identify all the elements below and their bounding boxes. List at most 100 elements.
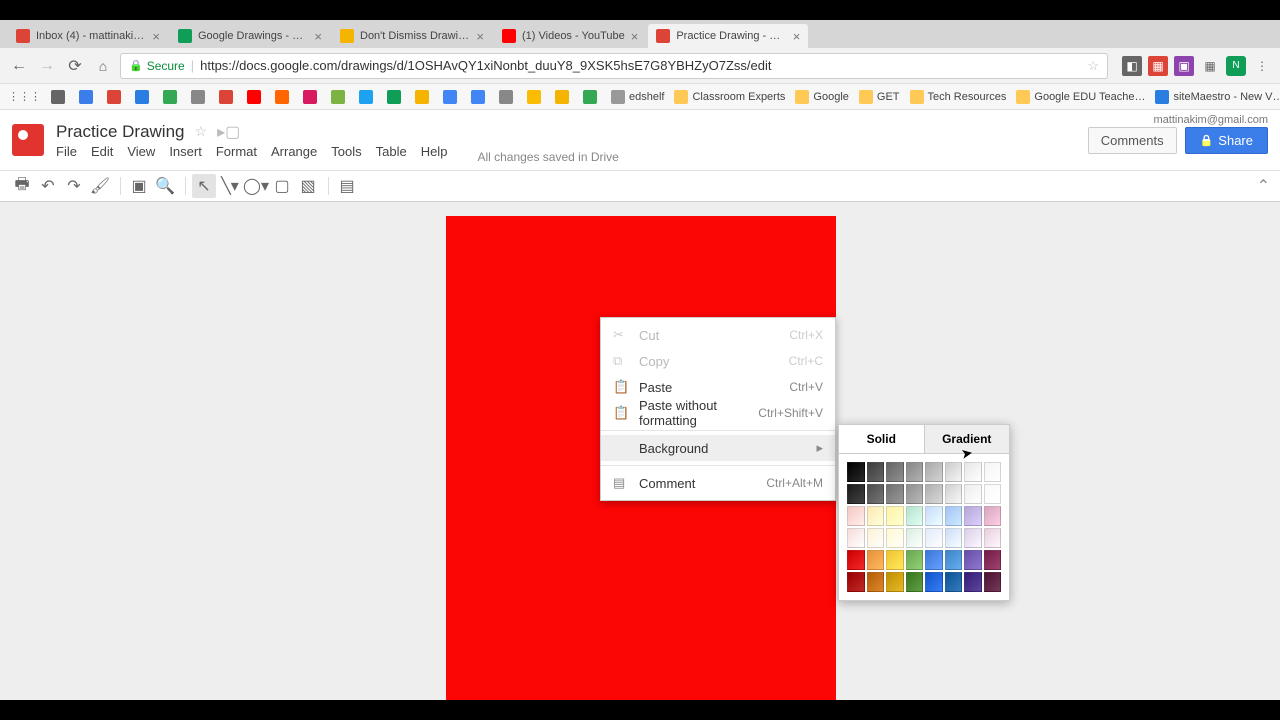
color-swatch[interactable] — [925, 572, 943, 592]
undo-icon[interactable]: ↶ — [36, 174, 60, 198]
color-swatch[interactable] — [886, 484, 904, 504]
menu-edit[interactable]: Edit — [91, 144, 113, 159]
color-swatch[interactable] — [945, 506, 963, 526]
fit-icon[interactable]: ▣ — [127, 174, 151, 198]
menu-insert[interactable]: Insert — [169, 144, 202, 159]
browser-tab[interactable]: Don't Dismiss Drawings…× — [332, 24, 492, 48]
browser-tab[interactable]: Google Drawings - Goog…× — [170, 24, 330, 48]
color-swatch[interactable] — [984, 506, 1002, 526]
collapse-icon[interactable]: ⌃ — [1257, 176, 1270, 196]
color-swatch[interactable] — [867, 506, 885, 526]
browser-tab[interactable]: (1) Videos - YouTube× — [494, 24, 646, 48]
reload-button[interactable]: ⟳ — [64, 55, 86, 77]
color-swatch[interactable] — [906, 462, 924, 482]
color-swatch[interactable] — [847, 528, 865, 548]
color-swatch[interactable] — [847, 506, 865, 526]
ext-icon[interactable]: ▦ — [1148, 56, 1168, 76]
bookmark-item[interactable] — [163, 90, 181, 104]
color-swatch[interactable] — [886, 506, 904, 526]
bookmark-item[interactable] — [51, 90, 69, 104]
comments-button[interactable]: Comments — [1088, 127, 1177, 154]
menu-arrange[interactable]: Arrange — [271, 144, 317, 159]
close-icon[interactable]: × — [152, 29, 160, 44]
bookmark-item[interactable] — [443, 90, 461, 104]
back-button[interactable]: ← — [8, 55, 30, 77]
shape-tool-icon[interactable]: ◯▾ — [244, 174, 268, 198]
color-swatch[interactable] — [867, 462, 885, 482]
bookmark-item[interactable] — [387, 90, 405, 104]
star-icon[interactable]: ☆ — [195, 123, 208, 140]
close-icon[interactable]: × — [631, 29, 639, 44]
bookmark-item[interactable]: siteMaestro - New V… — [1155, 90, 1280, 104]
ext-icon[interactable]: N — [1226, 56, 1246, 76]
bookmark-item[interactable] — [527, 90, 545, 104]
color-swatch[interactable] — [964, 506, 982, 526]
browser-tab[interactable]: Inbox (4) - mattinakim…× — [8, 24, 168, 48]
bookmark-item[interactable] — [79, 90, 97, 104]
color-swatch[interactable] — [847, 484, 865, 504]
close-icon[interactable]: × — [476, 29, 484, 44]
bookmark-item[interactable] — [107, 90, 125, 104]
close-icon[interactable]: × — [314, 29, 322, 44]
paint-format-icon[interactable]: 🖌 — [88, 174, 112, 198]
bookmark-item[interactable] — [135, 90, 153, 104]
color-swatch[interactable] — [867, 550, 885, 570]
comment-tool-icon[interactable]: ▤ — [335, 174, 359, 198]
bookmark-item[interactable] — [191, 90, 209, 104]
bookmark-item[interactable] — [415, 90, 433, 104]
close-icon[interactable]: × — [793, 29, 801, 44]
context-background[interactable]: Background▸ — [601, 435, 835, 461]
zoom-icon[interactable]: 🔍 — [153, 174, 177, 198]
omnibox[interactable]: Secure | https://docs.google.com/drawing… — [120, 53, 1108, 79]
menu-format[interactable]: Format — [216, 144, 257, 159]
menu-file[interactable]: File — [56, 144, 77, 159]
color-swatch[interactable] — [964, 528, 982, 548]
color-swatch[interactable] — [945, 550, 963, 570]
bookmark-item[interactable]: edshelf — [611, 90, 664, 104]
menu-icon[interactable]: ⋮ — [1252, 56, 1272, 76]
color-swatch[interactable] — [925, 550, 943, 570]
redo-icon[interactable]: ↷ — [62, 174, 86, 198]
color-swatch[interactable] — [847, 572, 865, 592]
bookmark-item[interactable]: GET — [859, 90, 900, 104]
color-swatch[interactable] — [847, 462, 865, 482]
color-swatch[interactable] — [945, 528, 963, 548]
image-tool-icon[interactable]: ▧ — [296, 174, 320, 198]
drawings-logo[interactable] — [12, 124, 44, 156]
menu-view[interactable]: View — [127, 144, 155, 159]
bookmark-item[interactable] — [275, 90, 293, 104]
color-swatch[interactable] — [984, 572, 1002, 592]
context-paste-without-formatting[interactable]: 📋Paste without formattingCtrl+Shift+V — [601, 400, 835, 426]
bookmark-item[interactable]: Tech Resources — [910, 90, 1007, 104]
color-tab-solid[interactable]: Solid — [839, 425, 924, 453]
color-swatch[interactable] — [867, 528, 885, 548]
bookmark-item[interactable] — [583, 90, 601, 104]
bookmark-item[interactable]: Classroom Experts — [674, 90, 785, 104]
color-swatch[interactable] — [906, 572, 924, 592]
share-button[interactable]: Share — [1185, 127, 1268, 154]
color-swatch[interactable] — [945, 572, 963, 592]
ext-icon[interactable]: ▣ — [1174, 56, 1194, 76]
canvas[interactable]: ✂CutCtrl+X⧉CopyCtrl+C📋PasteCtrl+V📋Paste … — [0, 202, 1280, 700]
color-swatch[interactable] — [886, 462, 904, 482]
bookmark-item[interactable] — [499, 90, 517, 104]
color-swatch[interactable] — [925, 506, 943, 526]
color-swatch[interactable] — [984, 528, 1002, 548]
color-swatch[interactable] — [964, 550, 982, 570]
context-comment[interactable]: ▤CommentCtrl+Alt+M — [601, 470, 835, 496]
color-swatch[interactable] — [847, 550, 865, 570]
color-swatch[interactable] — [906, 506, 924, 526]
color-swatch[interactable] — [945, 462, 963, 482]
color-swatch[interactable] — [886, 572, 904, 592]
bookmark-item[interactable] — [359, 90, 377, 104]
document-name[interactable]: Practice Drawing — [56, 122, 185, 142]
color-swatch[interactable] — [984, 462, 1002, 482]
bookmark-item[interactable] — [219, 90, 237, 104]
color-swatch[interactable] — [867, 572, 885, 592]
context-paste[interactable]: 📋PasteCtrl+V — [601, 374, 835, 400]
bookmark-item[interactable] — [303, 90, 321, 104]
bookmark-item[interactable] — [555, 90, 573, 104]
select-tool-icon[interactable]: ↖ — [192, 174, 216, 198]
bookmark-item[interactable] — [331, 90, 349, 104]
color-swatch[interactable] — [964, 462, 982, 482]
